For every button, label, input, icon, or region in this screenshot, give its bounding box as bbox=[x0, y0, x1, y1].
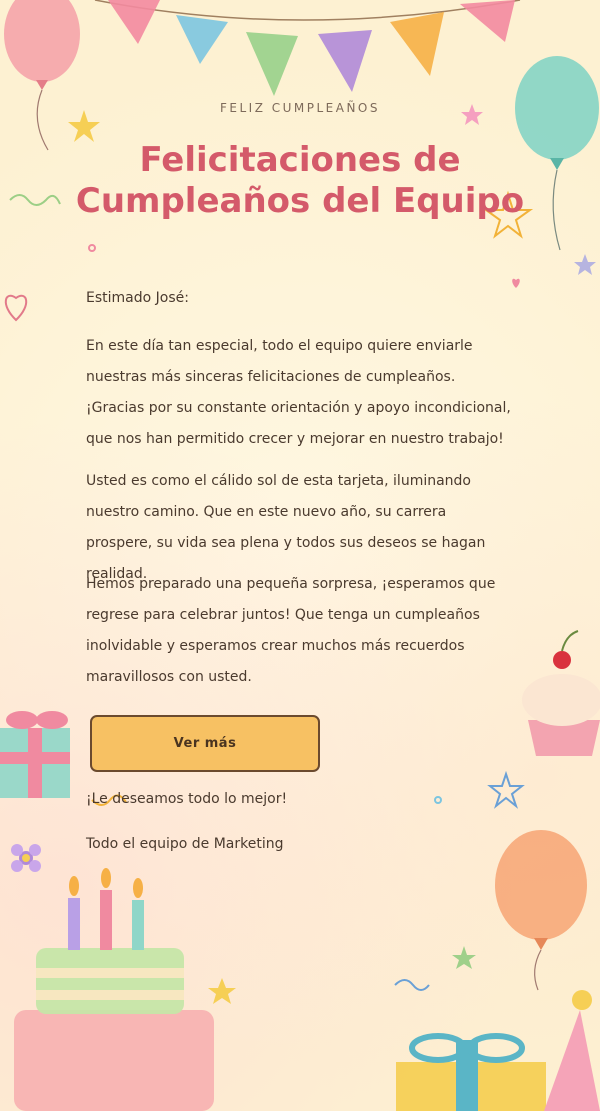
see-more-button[interactable]: Ver más bbox=[90, 715, 320, 772]
party-hat-icon bbox=[544, 990, 600, 1111]
page-title: Felicitaciones de Cumpleaños del Equipo bbox=[40, 140, 560, 222]
gift-box-icon bbox=[0, 711, 70, 798]
eyebrow-label: FELIZ CUMPLEAÑOS bbox=[219, 101, 380, 115]
closing-line: ¡Le deseamos todo lo mejor! bbox=[86, 791, 288, 807]
paragraph-1: En este día tan especial, todo el equipo… bbox=[86, 338, 511, 447]
paragraph-3: Hemos preparado una pequeña sorpresa, ¡e… bbox=[86, 576, 496, 685]
title-line-1: Felicitaciones de bbox=[139, 140, 461, 180]
gift-box-icon bbox=[396, 1033, 546, 1111]
title-line-2: Cumpleaños del Equipo bbox=[75, 181, 525, 221]
birthday-cake-icon bbox=[14, 868, 214, 1111]
signature: Todo el equipo de Marketing bbox=[86, 836, 284, 852]
heart-icon bbox=[4, 278, 520, 322]
balloon-pink-icon bbox=[4, 0, 80, 151]
balloon-orange-icon bbox=[495, 830, 587, 991]
flower-icon bbox=[11, 844, 41, 872]
salutation: Estimado José: bbox=[86, 290, 189, 306]
cupcake-icon bbox=[522, 630, 600, 756]
bunting-flags-icon bbox=[94, 0, 521, 96]
